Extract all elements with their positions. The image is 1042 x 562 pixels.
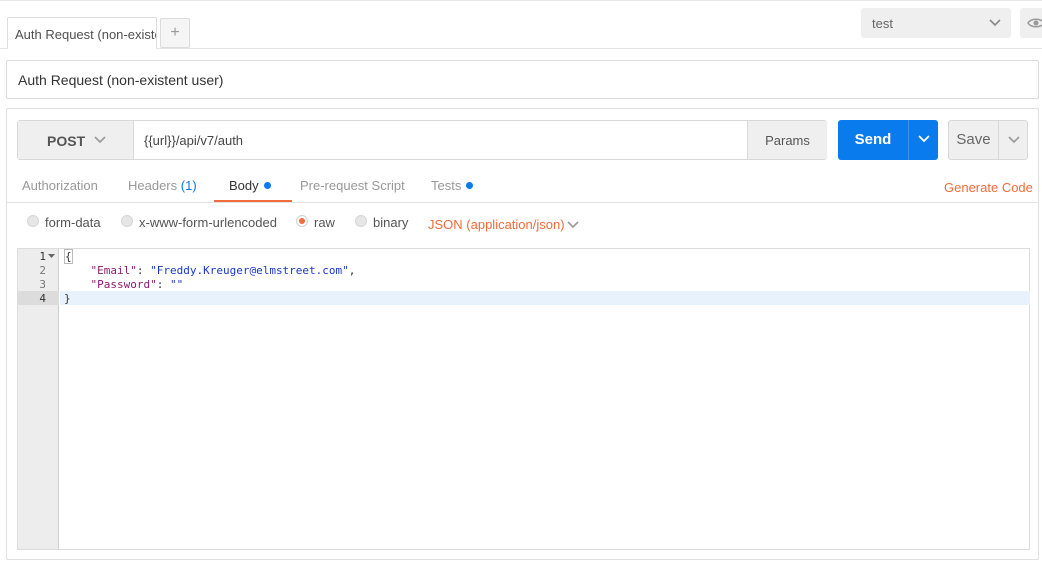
colon: : xyxy=(156,278,170,291)
code-line: "Password": "" xyxy=(64,278,184,291)
save-label: Save xyxy=(956,131,991,148)
radio-urlencoded[interactable] xyxy=(121,215,133,227)
active-tab-underline xyxy=(214,200,292,202)
generate-code-link[interactable]: Generate Code xyxy=(944,180,1033,195)
environment-select[interactable]: test xyxy=(861,8,1011,38)
top-divider xyxy=(0,0,1042,1)
raw-label[interactable]: raw xyxy=(314,215,335,230)
code-line: "Email": "Freddy.Kreuger@elmstreet.com", xyxy=(64,264,356,277)
method-label: POST xyxy=(47,133,86,149)
save-button[interactable]: Save xyxy=(948,120,998,160)
chevron-down-icon[interactable] xyxy=(566,220,580,230)
params-button[interactable]: Params xyxy=(747,121,827,159)
email-key: "Email" xyxy=(90,264,137,277)
radio-binary[interactable] xyxy=(355,215,367,227)
binary-label[interactable]: binary xyxy=(373,215,408,230)
urlencoded-label[interactable]: x-www-form-urlencoded xyxy=(139,215,277,230)
request-sub-tabs: Authorization Headers (1) Body Pre-reque… xyxy=(7,170,1038,203)
environment-label: test xyxy=(872,16,893,31)
tab-tests-label: Tests xyxy=(431,178,462,193)
send-button[interactable]: Send xyxy=(838,120,908,160)
fold-arrow-icon[interactable] xyxy=(48,254,55,259)
line-number: 2 xyxy=(39,264,46,277)
code-line: { xyxy=(64,249,73,264)
chevron-down-icon xyxy=(989,19,1001,27)
url-bar: POST {{url}}/api/v7/auth Params xyxy=(17,120,827,160)
radio-form-data[interactable] xyxy=(27,215,39,227)
save-options-button[interactable] xyxy=(998,120,1028,160)
line-number: 3 xyxy=(39,278,46,291)
chevron-down-icon xyxy=(918,135,930,143)
comma: , xyxy=(348,264,356,277)
send-label: Send xyxy=(854,131,892,148)
tab-body-label: Body xyxy=(229,178,259,193)
request-name-text: Auth Request (non-existent user) xyxy=(18,72,224,88)
open-brace: { xyxy=(64,249,73,264)
password-key: "Password" xyxy=(90,278,157,291)
tab-headers-label: Headers xyxy=(128,178,178,193)
tests-indicator-dot xyxy=(466,182,474,189)
tab-pre-request-script[interactable]: Pre-request Script xyxy=(300,178,405,193)
line-number: 4 xyxy=(39,292,46,305)
tab-headers[interactable]: Headers (1) xyxy=(128,178,197,193)
chevron-down-icon xyxy=(1008,136,1020,144)
email-value: "Freddy.Kreuger@elmstreet.com" xyxy=(150,264,349,277)
request-tab-bar: Auth Request (non-existe + test xyxy=(0,0,1042,49)
plus-icon: + xyxy=(170,24,180,41)
chevron-down-icon xyxy=(94,136,106,144)
form-data-label[interactable]: form-data xyxy=(45,215,101,230)
colon: : xyxy=(136,264,151,277)
request-tab-label: Auth Request (non-existe xyxy=(15,27,157,42)
active-line-highlight xyxy=(60,291,1030,305)
url-input[interactable]: {{url}}/api/v7/auth xyxy=(144,133,243,148)
body-code-editor[interactable]: 1 2 3 4 { "Email": "Freddy.Kreuger@elmst… xyxy=(17,248,1030,550)
send-options-button[interactable] xyxy=(908,120,938,160)
request-name[interactable]: Auth Request (non-existent user) xyxy=(6,60,1039,99)
body-indicator-dot xyxy=(263,182,271,189)
line-number: 1 xyxy=(39,250,46,263)
params-label: Params xyxy=(765,133,810,148)
eye-icon xyxy=(1027,18,1042,28)
code-line: } xyxy=(64,292,71,305)
tab-body[interactable]: Body xyxy=(229,178,271,193)
radio-raw[interactable] xyxy=(296,215,308,227)
environment-quick-look-button[interactable] xyxy=(1020,8,1042,38)
password-value: "" xyxy=(169,278,184,291)
method-select[interactable]: POST xyxy=(18,121,134,159)
add-tab-button[interactable]: + xyxy=(160,18,190,48)
tab-tests[interactable]: Tests xyxy=(431,178,474,193)
headers-count: (1) xyxy=(180,178,197,193)
request-tab[interactable]: Auth Request (non-existe xyxy=(7,17,157,49)
content-type-select[interactable]: JSON (application/json) xyxy=(428,217,565,232)
tab-authorization[interactable]: Authorization xyxy=(22,178,98,193)
body-mode-row: form-data x-www-form-urlencoded raw bina… xyxy=(0,203,1042,243)
close-brace: } xyxy=(64,292,71,305)
